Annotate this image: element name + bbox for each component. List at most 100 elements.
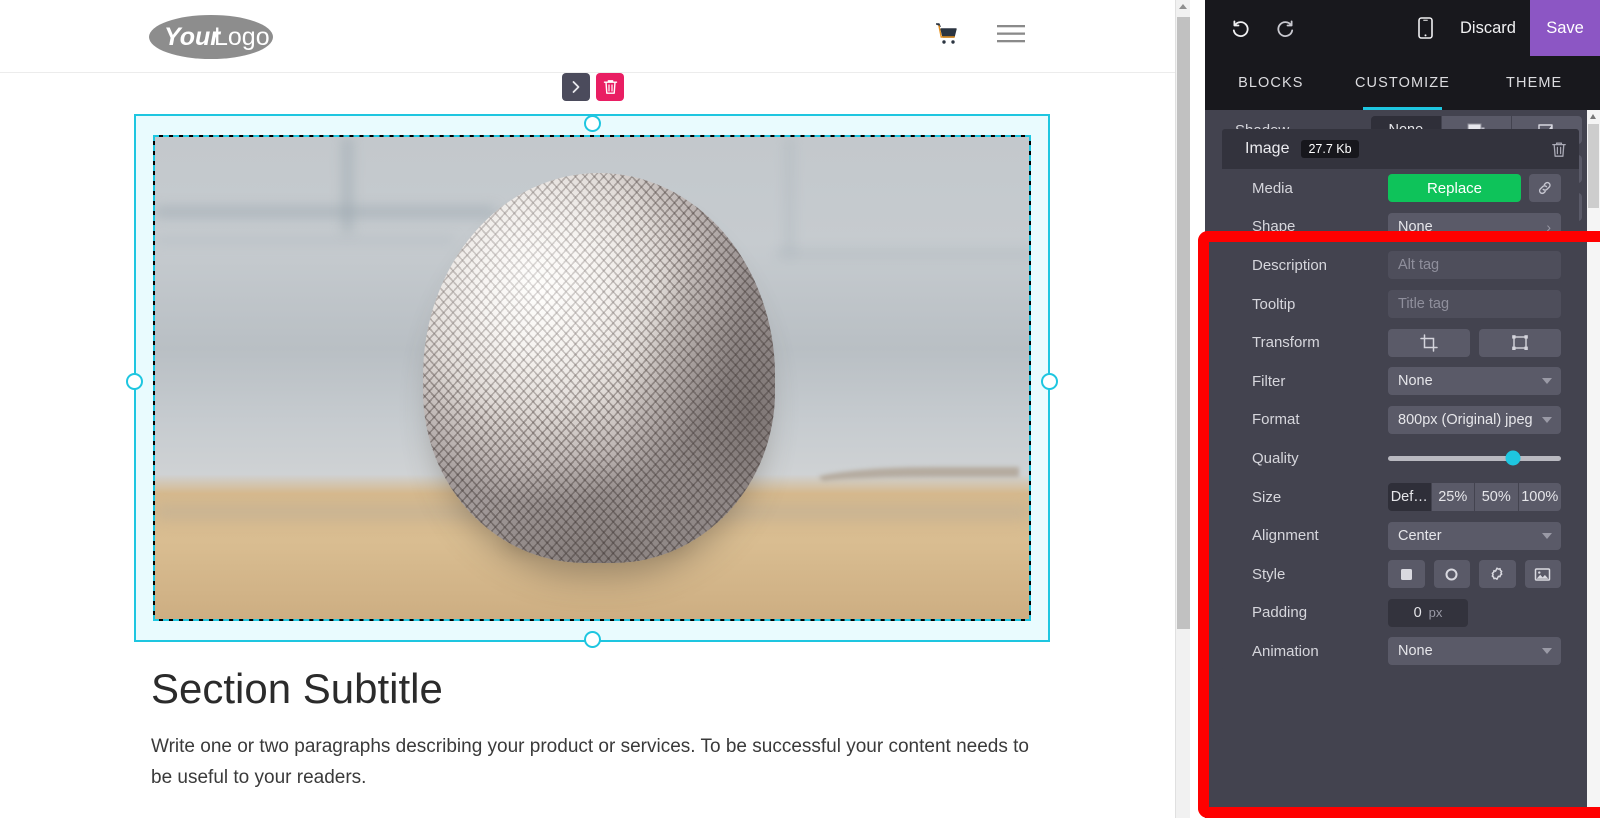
canvas-scrollbar-thumb[interactable] bbox=[1177, 17, 1190, 629]
chevron-down-icon bbox=[1542, 416, 1552, 423]
delete-image-button[interactable] bbox=[1551, 141, 1567, 158]
tab-theme[interactable]: THEME bbox=[1468, 56, 1600, 110]
website-canvas: Your Logo Section Subtitle Write one or … bbox=[0, 0, 1190, 818]
chevron-down-icon bbox=[1542, 378, 1552, 385]
selected-image-outline[interactable] bbox=[153, 135, 1031, 621]
property-row-padding: Padding 0 px bbox=[1222, 594, 1579, 633]
tooltip-input[interactable]: Title tag bbox=[1388, 290, 1561, 319]
property-row-media: Media Replace bbox=[1222, 169, 1579, 208]
crop-button[interactable] bbox=[1388, 328, 1470, 357]
size-option-50[interactable]: 50% bbox=[1474, 483, 1518, 512]
shape-label: Shape bbox=[1252, 218, 1296, 236]
animation-select[interactable]: None bbox=[1388, 637, 1561, 666]
alignment-label: Alignment bbox=[1252, 527, 1319, 545]
resize-handle-right[interactable] bbox=[1041, 373, 1058, 390]
logo-text-light: Logo bbox=[214, 23, 270, 51]
cart-icon[interactable] bbox=[935, 22, 959, 46]
property-row-shape: Shape None › bbox=[1222, 208, 1579, 247]
editor-topbar: Discard Save bbox=[1205, 0, 1600, 56]
panel-scroll-up-arrow-icon[interactable] bbox=[1590, 114, 1596, 119]
panel-scrollbar-thumb[interactable] bbox=[1588, 124, 1599, 208]
undo-arrow-icon bbox=[1232, 20, 1249, 37]
padding-value: 0 bbox=[1413, 604, 1422, 621]
size-segmented-control: Def… 25% 50% 100% bbox=[1388, 483, 1561, 512]
homepod-photo bbox=[155, 137, 1029, 619]
resize-transform-button[interactable] bbox=[1479, 328, 1561, 357]
filter-select[interactable]: None bbox=[1388, 367, 1561, 396]
delete-block-button[interactable] bbox=[596, 73, 624, 101]
tab-blocks[interactable]: BLOCKS bbox=[1205, 56, 1337, 110]
photo-cable bbox=[809, 467, 1019, 493]
quality-slider-track bbox=[1388, 455, 1561, 461]
editor-tabs: BLOCKS CUSTOMIZE THEME bbox=[1205, 56, 1600, 110]
logo-text-bold: Your bbox=[164, 23, 221, 51]
scroll-up-arrow-icon[interactable] bbox=[1179, 4, 1187, 9]
site-header: Your Logo bbox=[0, 0, 1190, 73]
trash-icon bbox=[1552, 141, 1566, 157]
replace-media-button[interactable]: Replace bbox=[1388, 174, 1521, 203]
resize-handle-top[interactable] bbox=[584, 115, 601, 132]
resize-handle-left[interactable] bbox=[126, 373, 143, 390]
block-toolbar bbox=[562, 73, 624, 101]
chevron-right-icon: › bbox=[1546, 218, 1551, 235]
quality-label: Quality bbox=[1252, 449, 1299, 467]
square-filled-icon bbox=[1400, 568, 1412, 580]
save-button[interactable]: Save bbox=[1530, 0, 1600, 56]
mobile-phone-icon bbox=[1417, 17, 1433, 39]
photo-background-detail bbox=[343, 137, 352, 232]
property-row-description: Description Alt tag bbox=[1222, 246, 1579, 285]
size-option-25[interactable]: 25% bbox=[1430, 483, 1474, 512]
panel-scrollbar[interactable] bbox=[1587, 110, 1600, 818]
panel-body: Shadow None bbox=[1205, 110, 1600, 818]
quality-slider[interactable] bbox=[1388, 444, 1561, 472]
format-label: Format bbox=[1252, 411, 1300, 429]
padding-input[interactable]: 0 px bbox=[1388, 598, 1468, 627]
mobile-preview-button[interactable] bbox=[1408, 11, 1442, 45]
style-label: Style bbox=[1252, 565, 1286, 583]
style-picture-button[interactable] bbox=[1524, 560, 1561, 589]
hamburger-menu-icon[interactable] bbox=[997, 24, 1025, 44]
redo-button[interactable] bbox=[1269, 11, 1303, 45]
tab-customize[interactable]: CUSTOMIZE bbox=[1337, 56, 1469, 110]
image-card-title: Image bbox=[1245, 140, 1290, 157]
style-scalloped-button[interactable] bbox=[1479, 560, 1516, 589]
padding-label: Padding bbox=[1252, 604, 1308, 622]
link-chain-icon bbox=[1538, 182, 1551, 195]
photo-background-detail bbox=[155, 237, 455, 244]
property-row-animation: Animation None bbox=[1222, 632, 1579, 671]
trash-icon bbox=[603, 80, 617, 94]
tooltip-label: Tooltip bbox=[1252, 295, 1296, 313]
description-label: Description bbox=[1252, 256, 1328, 274]
description-input[interactable]: Alt tag bbox=[1388, 251, 1561, 280]
selected-section-outline[interactable] bbox=[134, 114, 1050, 642]
gear-shape-icon bbox=[1491, 567, 1503, 581]
resize-transform-icon bbox=[1511, 334, 1528, 350]
filter-label: Filter bbox=[1252, 372, 1286, 390]
photo-speaker-body bbox=[423, 173, 776, 563]
canvas-scrollbar[interactable] bbox=[1175, 0, 1190, 818]
media-link-button[interactable] bbox=[1529, 174, 1561, 203]
resize-handle-bottom[interactable] bbox=[584, 631, 601, 648]
style-circle-button[interactable] bbox=[1433, 560, 1470, 589]
alignment-value: Center bbox=[1398, 527, 1442, 544]
shape-select[interactable]: None › bbox=[1388, 212, 1561, 241]
alignment-select[interactable]: Center bbox=[1388, 521, 1561, 550]
section-text-block[interactable]: Section Subtitle Write one or two paragr… bbox=[151, 664, 1051, 794]
expand-parent-button[interactable] bbox=[562, 73, 590, 101]
size-option-100[interactable]: 100% bbox=[1517, 483, 1561, 512]
chevron-right-icon bbox=[572, 81, 580, 93]
property-row-tooltip: Tooltip Title tag bbox=[1222, 285, 1579, 324]
site-logo[interactable]: Your Logo bbox=[148, 11, 278, 63]
style-square-button[interactable] bbox=[1388, 560, 1425, 589]
image-size-badge: 27.7 Kb bbox=[1301, 140, 1359, 158]
format-select[interactable]: 800px (Original) jpeg bbox=[1388, 405, 1561, 434]
quality-slider-thumb[interactable] bbox=[1505, 450, 1521, 466]
padding-unit: px bbox=[1428, 605, 1443, 621]
undo-button[interactable] bbox=[1223, 11, 1257, 45]
animation-label: Animation bbox=[1252, 642, 1319, 660]
discard-button[interactable]: Discard bbox=[1454, 13, 1522, 44]
property-row-transform: Transform bbox=[1222, 323, 1579, 362]
size-option-default[interactable]: Def… bbox=[1388, 483, 1431, 512]
photo-background-detail bbox=[775, 249, 1029, 258]
transform-label: Transform bbox=[1252, 334, 1320, 352]
